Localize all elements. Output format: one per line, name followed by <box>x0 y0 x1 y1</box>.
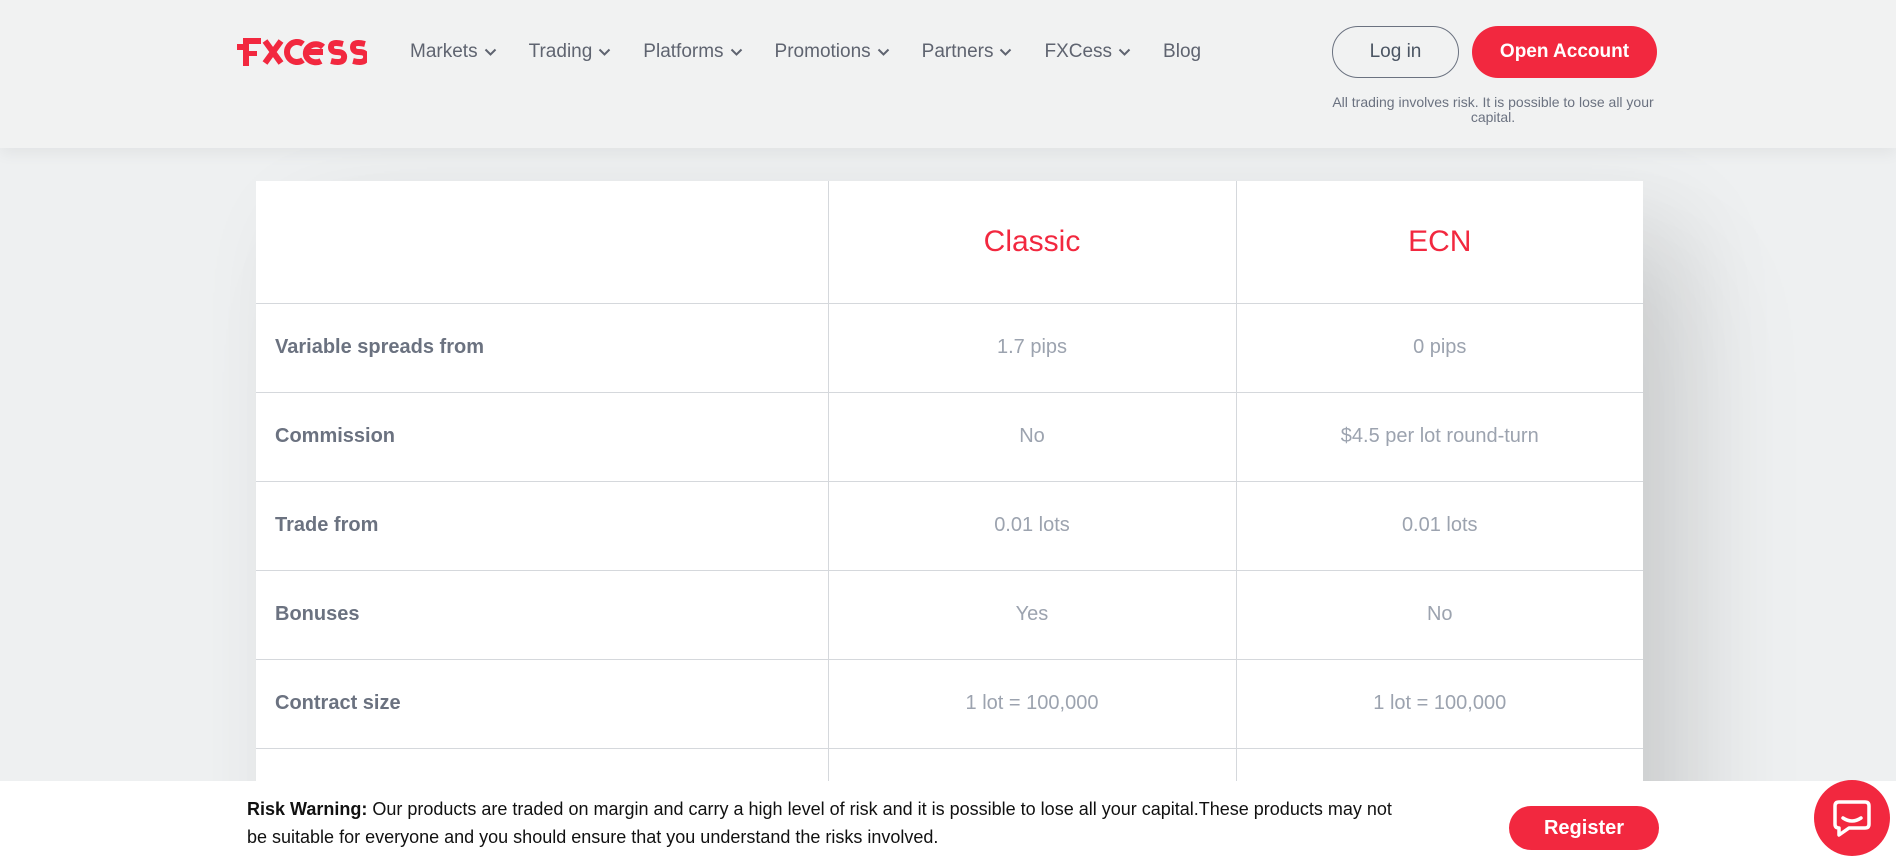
column-header-ecn: ECN <box>1235 181 1643 304</box>
risk-warning-title: Risk Warning: <box>247 799 368 819</box>
nav-item-label: Partners <box>921 41 994 62</box>
nav-item-fxcess[interactable]: FXCess <box>1044 41 1131 63</box>
nav-item-trading[interactable]: Trading <box>529 41 612 63</box>
chevron-down-icon <box>730 48 743 57</box>
risk-warning-body: Our products are traded on margin and ca… <box>247 799 1392 847</box>
row-label: Contract size <box>256 658 829 749</box>
chevron-down-icon <box>598 48 611 57</box>
nav-item-markets[interactable]: Markets <box>410 41 497 63</box>
table-row: Bonuses Yes No <box>256 569 1643 660</box>
risk-warning-text: Risk Warning: Our products are traded on… <box>247 795 1397 851</box>
account-comparison-table: Classic ECN Variable spreads from 1.7 pip… <box>256 181 1643 867</box>
classic-value: 1 lot = 100,000 <box>827 658 1237 749</box>
classic-value: 0.01 lots <box>827 480 1237 571</box>
classic-value: No <box>827 391 1237 482</box>
nav-item-label: Markets <box>410 41 478 62</box>
register-button[interactable]: Register <box>1509 806 1659 850</box>
nav-item-platforms[interactable]: Platforms <box>643 41 742 63</box>
open-account-button[interactable]: Open Account <box>1472 26 1657 78</box>
row-label: Bonuses <box>256 569 829 660</box>
table-row: Commission No $4.5 per lot round-turn <box>256 391 1643 482</box>
chat-bubble-icon <box>1833 800 1871 837</box>
ecn-value: 1 lot = 100,000 <box>1235 658 1643 749</box>
table-row: Trade from 0.01 lots 0.01 lots <box>256 480 1643 571</box>
ecn-value: No <box>1235 569 1643 660</box>
login-button[interactable]: Log in <box>1332 26 1459 78</box>
ecn-value: $4.5 per lot round-turn <box>1235 391 1643 482</box>
main-nav: Markets Trading Platforms Promotions Partner… <box>410 38 1233 66</box>
logo-icon <box>237 38 367 66</box>
nav-item-blog[interactable]: Blog <box>1163 41 1201 63</box>
nav-item-label: Platforms <box>643 41 724 62</box>
header-empty-cell <box>256 181 829 304</box>
chevron-down-icon <box>999 48 1012 57</box>
chat-button[interactable] <box>1814 780 1890 856</box>
risk-warning-bar: Risk Warning: Our products are traded on… <box>0 781 1896 867</box>
row-label: Trade from <box>256 480 829 571</box>
header-risk-note: All trading involves risk. It is possibl… <box>1332 94 1654 125</box>
nav-item-label: FXCess <box>1044 41 1113 62</box>
classic-value: 1.7 pips <box>827 302 1237 393</box>
nav-item-label: Trading <box>528 41 593 62</box>
classic-value: Yes <box>827 569 1237 660</box>
ecn-value: 0 pips <box>1235 302 1643 393</box>
nav-item-label: Promotions <box>774 41 871 62</box>
table-row: Contract size 1 lot = 100,000 1 lot = 100,… <box>256 658 1643 749</box>
chevron-down-icon <box>877 48 890 57</box>
table-row: Variable spreads from 1.7 pips 0 pips <box>256 302 1643 393</box>
row-label: Commission <box>256 391 829 482</box>
nav-item-partners[interactable]: Partners <box>922 41 1013 63</box>
site-header: Markets Trading Platforms Promotions Partner… <box>0 0 1896 148</box>
chevron-down-icon <box>1118 48 1131 57</box>
row-label: Variable spreads from <box>256 302 829 393</box>
chevron-down-icon <box>484 48 497 57</box>
fxcess-logo[interactable] <box>237 36 367 68</box>
ecn-value: 0.01 lots <box>1235 480 1643 571</box>
nav-item-promotions[interactable]: Promotions <box>775 41 890 63</box>
nav-item-label: Blog <box>1163 41 1202 62</box>
column-header-classic: Classic <box>827 181 1237 304</box>
